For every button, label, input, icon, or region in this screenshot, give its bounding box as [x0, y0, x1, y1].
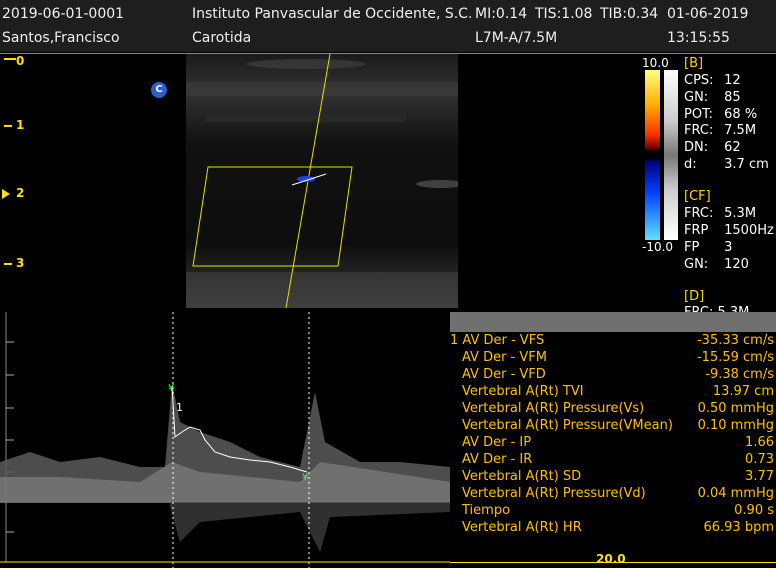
depth-label-2: 2	[16, 186, 25, 200]
mechanical-index: MI:0.14	[475, 6, 528, 22]
measurement-label: AV Der - IP	[462, 435, 532, 450]
b-param-depth: d: 3.7 cm	[684, 157, 769, 172]
d-mode-title: [D]	[684, 289, 705, 304]
measurement-value: 1.66	[745, 435, 774, 450]
measurement-label: AV Der - IR	[462, 452, 533, 467]
doppler-cursor-label: 1	[176, 401, 183, 414]
measurement-row: Vertebral A(Rt) Pressure(Vd) 0.04 mmHg	[450, 486, 776, 503]
velocity-color-bar	[645, 70, 660, 240]
b-mode-title: [B]	[684, 56, 704, 71]
measurement-label: Vertebral A(Rt) HR	[462, 520, 582, 535]
probe-info: L7M-A/7.5M	[475, 30, 558, 46]
measurement-row: AV Der - IP 1.66	[450, 435, 776, 452]
measurement-value: 0.50 mmHg	[697, 401, 774, 416]
measurement-label: Vertebral A(Rt) Pressure(Vs)	[462, 401, 645, 416]
measurement-label: 1 AV Der - VFS	[450, 333, 545, 348]
measurement-label: Vertebral A(Rt) SD	[462, 469, 582, 484]
measurements-header-bar	[450, 312, 776, 332]
measurement-label: Vertebral A(Rt) Pressure(VMean)	[462, 418, 673, 433]
measurement-value: 0.04 mmHg	[697, 486, 774, 501]
measurement-row: Vertebral A(Rt) Pressure(VMean) 0.10 mmHg	[450, 418, 776, 435]
b-param-frc: FRC: 7.5M	[684, 123, 757, 138]
exam-time: 13:15:55	[667, 30, 730, 46]
measurement-value: -9.38 cm/s	[705, 367, 774, 382]
b-param-cps: CPS: 12	[684, 73, 741, 88]
institution-name: Instituto Panvascular de Occidente, S.C.	[192, 6, 473, 22]
depth-label-3: 3	[16, 256, 25, 270]
cf-param-frp: FRP 1500Hz	[684, 223, 774, 238]
measurement-value: 0.10 mmHg	[697, 418, 774, 433]
depth-tick	[4, 58, 16, 60]
measurement-row: AV Der - IR 0.73	[450, 452, 776, 469]
measurement-value: -35.33 cm/s	[696, 333, 774, 348]
b-param-gn: GN: 85	[684, 90, 741, 105]
bottom-scale-label: 20.0	[596, 552, 626, 566]
focus-marker-icon	[2, 189, 10, 199]
measurement-value: -15.59 cm/s	[696, 350, 774, 365]
measurement-row: 1 AV Der - VFS -35.33 cm/s	[450, 333, 776, 350]
thermal-index-bone: TIB:0.34	[600, 6, 659, 22]
exam-date: 01-06-2019	[667, 6, 749, 22]
header-bar: 2019-06-01-0001 Instituto Panvascular de…	[0, 0, 776, 52]
cf-mode-title: [CF]	[684, 189, 711, 204]
measurement-label: AV Der - VFD	[462, 367, 546, 382]
svg-text:¥: ¥	[168, 383, 174, 394]
svg-text:¥: ¥	[302, 472, 308, 483]
thermal-index-soft: TIS:1.08	[535, 6, 593, 22]
color-scale-max: 10.0	[642, 56, 669, 70]
patient-name: Santos,Francisco	[2, 30, 120, 46]
depth-label-1: 1	[16, 118, 25, 132]
color-scale-min: -10.0	[642, 240, 674, 254]
gray-scale-bar	[664, 70, 678, 240]
measurement-value: 0.73	[745, 452, 774, 467]
b-param-dn: DN: 62	[684, 140, 741, 155]
cf-param-fp: FP 3	[684, 240, 733, 255]
measurement-label: AV Der - VFM	[462, 350, 547, 365]
orientation-marker: C	[151, 82, 167, 98]
exam-type: Carotida	[192, 30, 252, 46]
b-mode-image	[186, 54, 458, 308]
measurement-row: Vertebral A(Rt) Pressure(Vs) 0.50 mmHg	[450, 401, 776, 418]
depth-tick	[4, 125, 12, 127]
d-param-partial: FRC: 5.3M	[684, 305, 749, 312]
measurement-value: 13.97 cm	[712, 384, 774, 399]
measurement-row: AV Der - VFM -15.59 cm/s	[450, 350, 776, 367]
doppler-spectrum: ¥ ¥	[0, 312, 450, 568]
measurement-row: Tiempo 0.90 s	[450, 503, 776, 520]
measurement-label: Tiempo	[462, 503, 511, 518]
cf-param-frc: FRC: 5.3M	[684, 206, 757, 221]
measurement-row: Vertebral A(Rt) HR 66.93 bpm	[450, 520, 776, 537]
cf-param-gn: GN: 120	[684, 257, 749, 272]
measurement-value: 66.93 bpm	[703, 520, 774, 535]
measurement-label: Vertebral A(Rt) TVI	[462, 384, 584, 399]
b-param-pot: POT: 68 %	[684, 107, 758, 122]
patient-id: 2019-06-01-0001	[2, 6, 125, 22]
measurement-label: Vertebral A(Rt) Pressure(Vd)	[462, 486, 646, 501]
measurement-row: AV Der - VFD -9.38 cm/s	[450, 367, 776, 384]
measurement-value: 3.77	[745, 469, 774, 484]
depth-tick	[4, 263, 12, 265]
measurement-value: 0.90 s	[734, 503, 774, 518]
depth-label-0: 0	[16, 54, 25, 68]
measurement-row: Vertebral A(Rt) SD 3.77	[450, 469, 776, 486]
measurement-row: Vertebral A(Rt) TVI 13.97 cm	[450, 384, 776, 401]
